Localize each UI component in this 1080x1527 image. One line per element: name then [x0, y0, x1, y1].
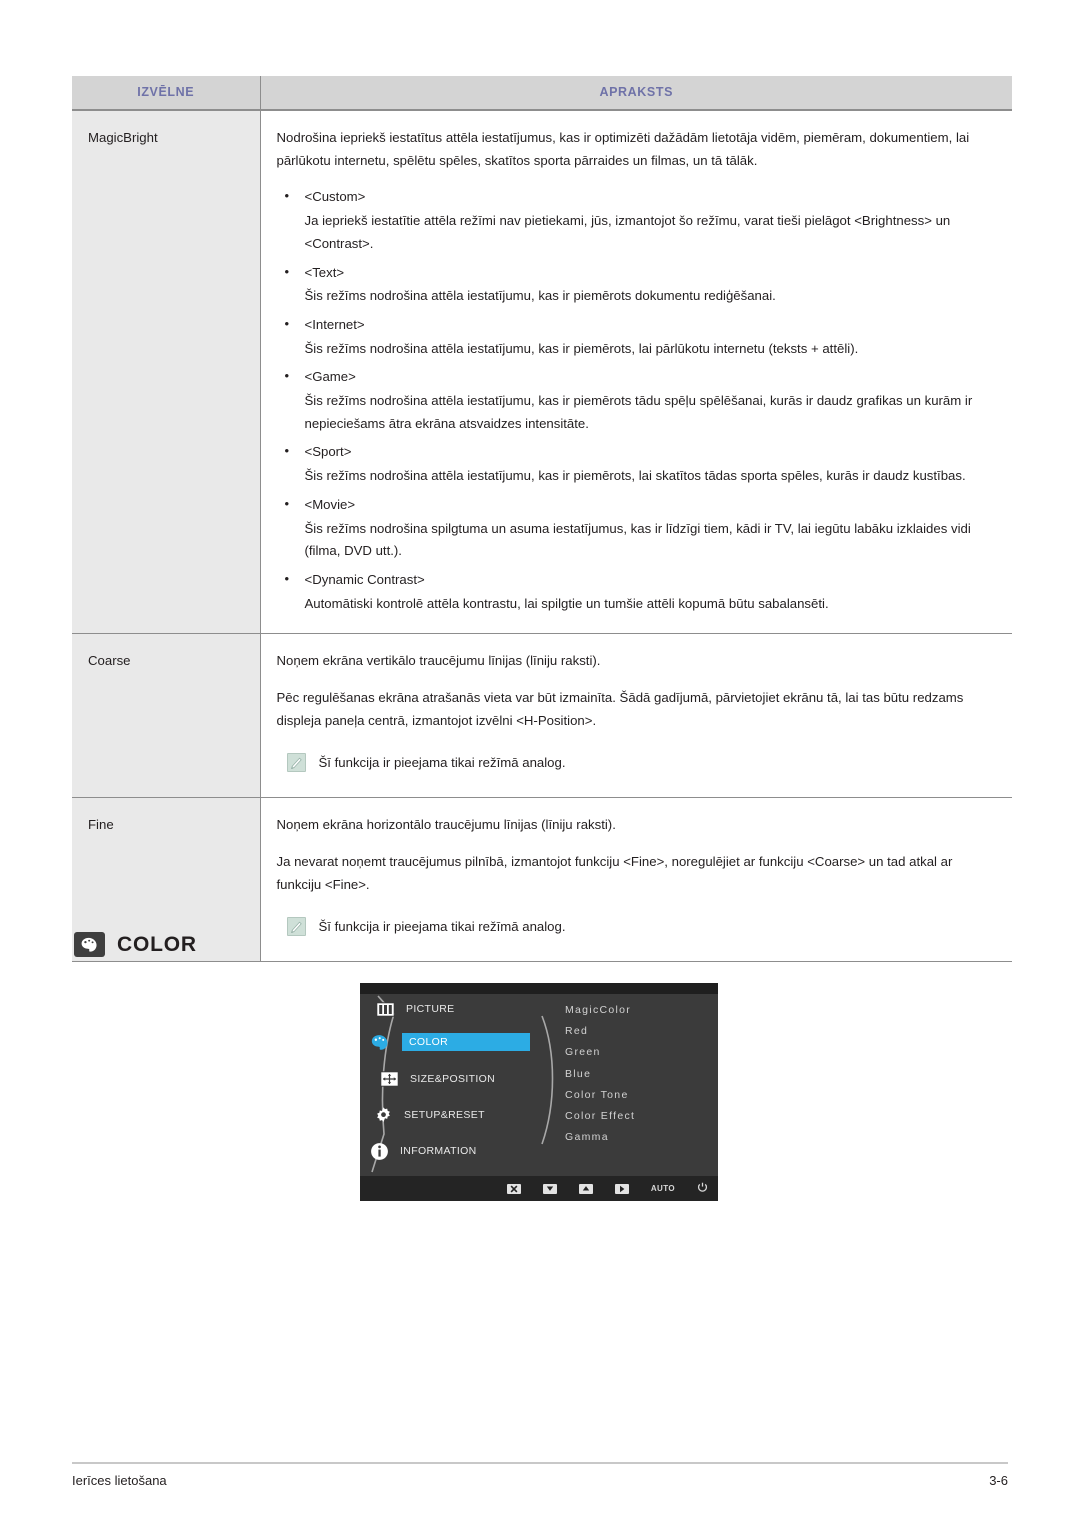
osd-submenu-gamma[interactable]: Gamma — [565, 1127, 715, 1148]
bullet-title: <Text> — [277, 261, 997, 285]
bullet-title: <Internet> — [277, 313, 997, 337]
picture-icon — [374, 1000, 396, 1019]
bullet-body: Ja iepriekš iestatītie attēla režīmi nav… — [304, 213, 951, 251]
gear-icon — [372, 1106, 394, 1125]
auto-label: AUTO — [650, 1184, 675, 1193]
bullet-title: <Game> — [277, 365, 997, 389]
bullet-body: Automātiski kontrolē attēla kontrastu, l… — [304, 595, 829, 611]
detail-text: Ja nevarat noņemt traucējumus pilnībā, i… — [276, 853, 953, 892]
table-header-row: IZVĒLNE APRAKSTS — [72, 76, 1012, 111]
description-coarse: Noņem ekrāna vertikālo traucējumu līnija… — [260, 633, 1012, 799]
arrow-up-icon — [578, 1183, 593, 1194]
exit-key[interactable] — [506, 1183, 521, 1194]
osd-item-size-position[interactable]: SIZE&POSITION — [378, 1068, 495, 1090]
osd-body: PICTURE COLOR SIZE&POSITION SETUP&RESET … — [360, 994, 718, 1176]
note-pencil-icon — [286, 917, 306, 937]
document-page: IZVĒLNE APRAKSTS MagicBright Nodrošina i… — [0, 0, 1080, 1527]
list-item: <Custom> Ja iepriekš iestatītie attēla r… — [277, 185, 997, 255]
enter-key[interactable] — [614, 1183, 629, 1194]
footer-chapter-label: Ierīces lietošana — [72, 1473, 167, 1488]
mode-bullet-list: <Custom> Ja iepriekš iestatītie attēla r… — [277, 185, 997, 615]
column-header-description: APRAKSTS — [260, 76, 1012, 111]
list-item: <Game> Šis režīms nodrošina attēla iesta… — [277, 365, 997, 435]
power-key[interactable] — [697, 1180, 708, 1198]
osd-submenu-green[interactable]: Green — [565, 1042, 715, 1063]
bullet-title: <Dynamic Contrast> — [277, 568, 997, 592]
info-icon — [368, 1142, 390, 1161]
osd-top-bar — [360, 983, 718, 994]
page-footer: Ierīces lietošana 3-6 — [72, 1473, 1008, 1488]
osd-submenu-list: MagicColor Red Green Blue Color Tone Col… — [565, 1000, 715, 1148]
bullet-body: Šis režīms nodrošina spilgtuma un asuma … — [304, 520, 971, 559]
menu-name-magicbright: MagicBright — [72, 110, 261, 635]
osd-key-bar: AUTO — [360, 1176, 718, 1201]
list-item: <Text> Šis režīms nodrošina attēla iesta… — [277, 261, 997, 308]
page-title: COLOR — [117, 932, 197, 956]
osd-submenu-color-tone[interactable]: Color Tone — [565, 1085, 715, 1106]
arrow-right-icon — [614, 1183, 629, 1194]
osd-item-setup-reset[interactable]: SETUP&RESET — [372, 1104, 485, 1126]
down-key[interactable] — [542, 1183, 557, 1194]
list-item: <Dynamic Contrast> Automātiski kontrolē … — [277, 568, 997, 615]
exit-icon — [506, 1183, 521, 1194]
up-key[interactable] — [578, 1183, 593, 1194]
list-item: <Movie> Šis režīms nodrošina spilgtuma u… — [277, 493, 997, 563]
osd-main-menu-list: PICTURE COLOR SIZE&POSITION SETUP&RESET … — [360, 994, 550, 1176]
auto-key[interactable]: AUTO — [651, 1184, 675, 1193]
size-position-icon — [378, 1070, 400, 1089]
table-row: MagicBright Nodrošina iepriekš iestatītu… — [72, 110, 1012, 635]
list-item: <Sport> Šis režīms nodrošina attēla iest… — [277, 440, 997, 487]
color-palette-icon — [370, 1033, 392, 1052]
osd-submenu-blue[interactable]: Blue — [565, 1064, 715, 1085]
osd-submenu-color-effect[interactable]: Color Effect — [565, 1106, 715, 1127]
osd-label-information: INFORMATION — [400, 1145, 477, 1157]
detail-text: Pēc regulēšanas ekrāna atrašanās vieta v… — [276, 690, 964, 728]
osd-submenu-magiccolor[interactable]: MagicColor — [565, 1000, 715, 1021]
bullet-body: Šis režīms nodrošina attēla iestatījumu,… — [304, 340, 859, 356]
osd-label-color: COLOR — [402, 1033, 530, 1051]
note-pencil-icon — [286, 753, 306, 773]
description-magicbright: Nodrošina iepriekš iestatītus attēla ies… — [260, 110, 1012, 635]
osd-label-setup-reset: SETUP&RESET — [404, 1109, 485, 1121]
bullet-title: <Custom> — [277, 185, 997, 209]
osd-item-picture[interactable]: PICTURE — [374, 998, 455, 1020]
footer-divider — [72, 1462, 1008, 1464]
power-icon — [697, 1180, 708, 1198]
bullet-title: <Sport> — [277, 440, 997, 464]
menu-name-coarse: Coarse — [72, 633, 261, 799]
osd-item-color[interactable]: COLOR — [370, 1031, 530, 1053]
bullet-title: <Movie> — [277, 493, 997, 517]
intro-text: Nodrošina iepriekš iestatītus attēla ies… — [276, 130, 970, 168]
intro-text: Noņem ekrāna vertikālo traucējumu līnija… — [276, 653, 601, 669]
note-text: Šī funkcija ir pieejama tikai režīmā ana… — [318, 755, 566, 771]
note-block: Šī funkcija ir pieejama tikai režīmā ana… — [277, 752, 997, 775]
note-block: Šī funkcija ir pieejama tikai režīmā ana… — [277, 916, 997, 939]
osd-label-size-position: SIZE&POSITION — [410, 1073, 496, 1085]
column-header-menu: IZVĒLNE — [72, 76, 261, 111]
bullet-body: Šis režīms nodrošina attēla iestatījumu,… — [304, 393, 973, 431]
intro-text: Noņem ekrāna horizontālo traucējumu līni… — [276, 817, 616, 833]
bullet-body: Šis režīms nodrošina attēla iestatījumu,… — [304, 288, 776, 304]
osd-menu-image: PICTURE COLOR SIZE&POSITION SETUP&RESET … — [360, 983, 718, 1201]
spec-table: IZVĒLNE APRAKSTS MagicBright Nodrošina i… — [72, 76, 1012, 962]
arrow-down-icon — [542, 1183, 557, 1194]
osd-submenu-red[interactable]: Red — [565, 1021, 715, 1042]
note-text: Šī funkcija ir pieejama tikai režīmā ana… — [318, 919, 566, 935]
color-palette-icon — [74, 932, 105, 957]
bullet-body: Šis režīms nodrošina attēla iestatījumu,… — [304, 468, 966, 484]
osd-label-picture: PICTURE — [406, 1003, 455, 1015]
footer-page-number: 3-6 — [989, 1473, 1008, 1488]
section-heading-color: COLOR — [74, 932, 197, 957]
list-item: <Internet> Šis režīms nodrošina attēla i… — [277, 313, 997, 360]
table-row: Coarse Noņem ekrāna vertikālo traucējumu… — [72, 633, 1012, 799]
osd-item-information[interactable]: INFORMATION — [368, 1140, 477, 1162]
description-fine: Noņem ekrāna horizontālo traucējumu līni… — [260, 797, 1012, 962]
table-row: Fine Noņem ekrāna horizontālo traucējumu… — [72, 797, 1012, 962]
